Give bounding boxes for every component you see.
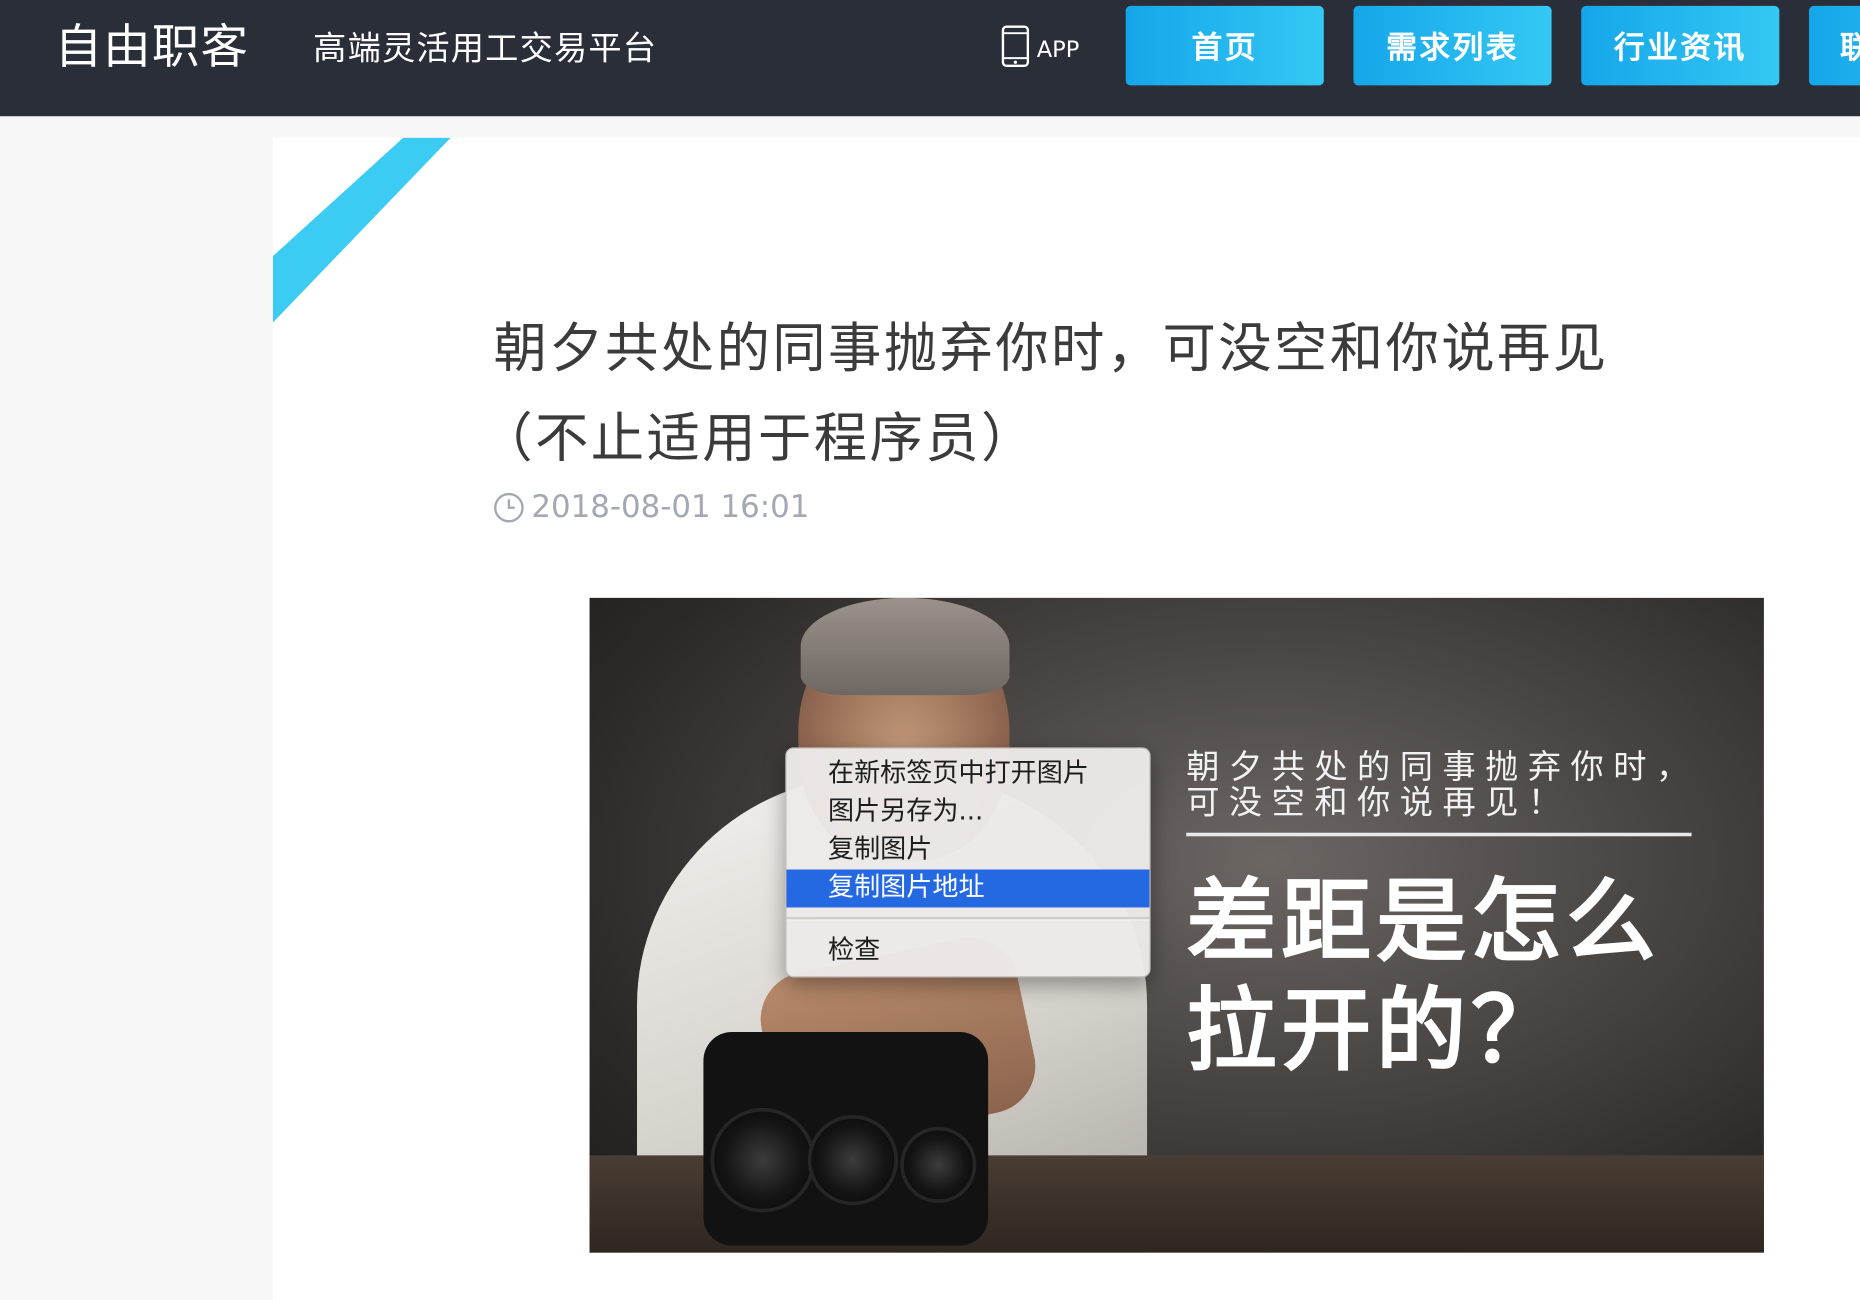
article-datetime: 2018-08-01 16:01: [531, 489, 810, 526]
image-caption: 朝夕共处的同事抛弃你时， 可没空和你说再见！ 差距是怎么 拉开的？: [1186, 747, 1708, 1086]
article-title-line-2: （不止适用于程序员）: [479, 406, 1037, 470]
photo-figure-hair: [800, 597, 1010, 696]
phone-icon: [1001, 25, 1030, 68]
menu-separator: [786, 916, 1150, 921]
menu-item-save-image-as[interactable]: 图片另存为...: [786, 794, 1149, 832]
app-download-link[interactable]: APP: [1001, 24, 1079, 69]
nav-industry-news-button[interactable]: 行业资讯: [1581, 5, 1780, 86]
menu-item-open-image-new-tab[interactable]: 在新标签页中打开图片: [786, 756, 1149, 794]
menu-item-inspect[interactable]: 检查: [786, 932, 1149, 970]
page: 自由职客 高端灵活用工交易平台 APP 首页 需求列表 行业资讯 联 朝夕共处的…: [0, 0, 1860, 1300]
image-caption-rule: [1186, 832, 1692, 837]
nav-more-button[interactable]: 联: [1808, 5, 1860, 86]
top-navbar: 自由职客 高端灵活用工交易平台 APP 首页 需求列表 行业资讯 联: [0, 0, 1860, 117]
image-caption-line-1: 朝夕共处的同事抛弃你时，: [1186, 747, 1699, 787]
image-context-menu: 在新标签页中打开图片 图片另存为... 复制图片 复制图片地址 检查: [785, 747, 1151, 978]
clock-icon: [494, 492, 524, 523]
image-caption-line-2: 可没空和你说再见！: [1186, 782, 1571, 823]
camera-lens-1: [710, 1107, 815, 1213]
corner-ribbon: [272, 137, 451, 323]
camera-lens-2: [807, 1115, 898, 1206]
image-headline-line-2: 拉开的？: [1186, 977, 1566, 1084]
article-card: 朝夕共处的同事抛弃你时，可没空和你说再见 （不止适用于程序员） 2018-08-…: [272, 137, 1860, 1300]
nav-demand-list-button[interactable]: 需求列表: [1353, 5, 1552, 86]
article-title: 朝夕共处的同事抛弃你时，可没空和你说再见 （不止适用于程序员）: [479, 304, 1727, 484]
menu-item-copy-image[interactable]: 复制图片: [786, 832, 1149, 870]
image-headline-line-1: 差距是怎么: [1186, 868, 1661, 974]
app-label: APP: [1036, 36, 1080, 63]
site-slogan: 高端灵活用工交易平台: [313, 28, 658, 68]
article-title-line-1: 朝夕共处的同事抛弃你时，可没空和你说再见: [493, 316, 1609, 380]
article-hero-image[interactable]: 朝夕共处的同事抛弃你时， 可没空和你说再见！ 差距是怎么 拉开的？: [589, 597, 1764, 1253]
camera-lens-3: [900, 1126, 977, 1203]
menu-item-copy-image-address[interactable]: 复制图片地址: [786, 869, 1150, 908]
site-logo[interactable]: 自由职客: [55, 20, 250, 75]
photo-camera: [703, 1032, 989, 1246]
article-meta: 2018-08-01 16:01: [493, 489, 809, 527]
nav-home-button[interactable]: 首页: [1125, 5, 1324, 86]
